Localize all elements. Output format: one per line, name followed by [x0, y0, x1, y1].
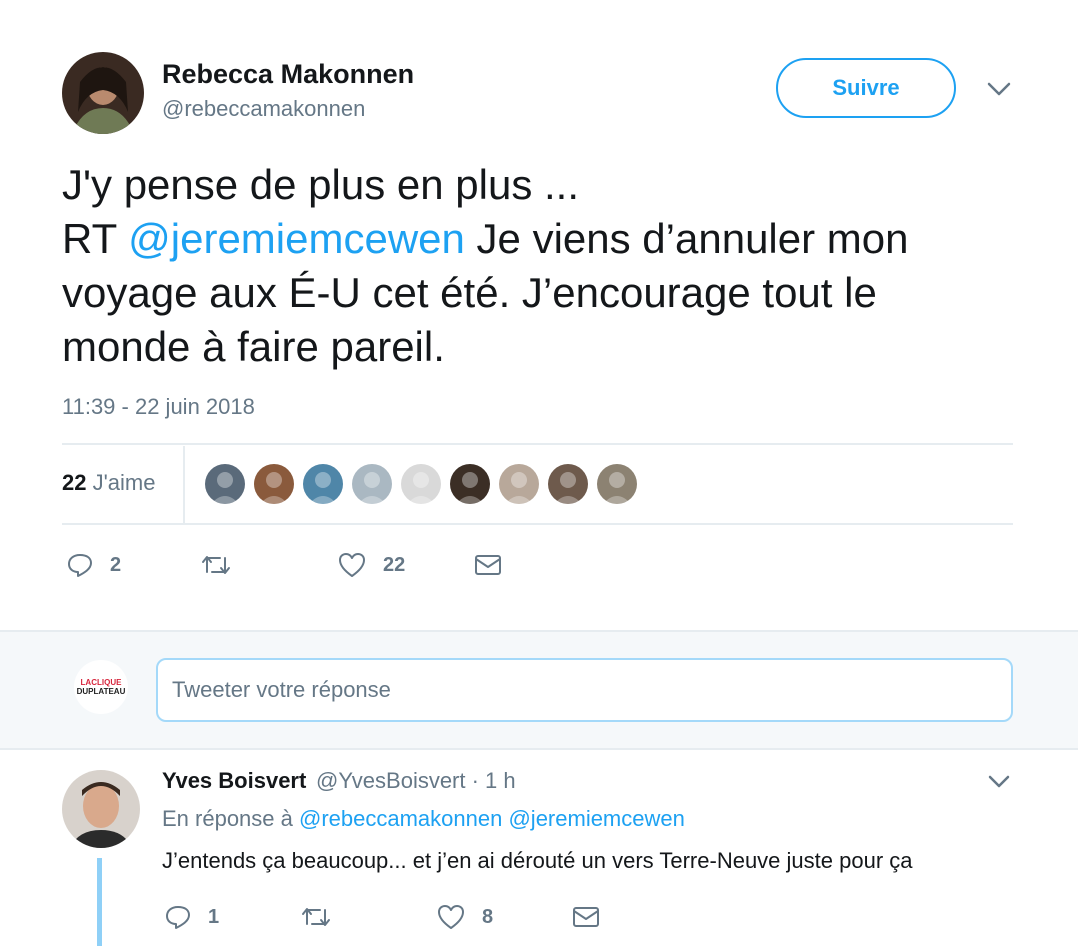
chevron-down-icon[interactable]: [985, 78, 1013, 100]
chevron-down-icon[interactable]: [986, 772, 1012, 792]
reply-action[interactable]: 1: [164, 904, 219, 930]
author-name[interactable]: Rebecca Makonnen: [162, 59, 414, 90]
likes-stat[interactable]: 22 J'aime: [62, 470, 156, 496]
tweet-text-line: J'y pense de plus en plus ...: [62, 161, 580, 208]
like-count: 8: [482, 905, 494, 928]
heart-icon: [337, 551, 367, 579]
reply-author-handle-time[interactable]: @YvesBoisvert · 1 h: [316, 768, 516, 794]
reply-author-avatar[interactable]: [62, 770, 140, 848]
liker-8-avatar[interactable]: [548, 464, 588, 504]
mention-link[interactable]: @rebeccamakonnen: [299, 806, 502, 831]
tweet-text-segment: Je viens d’annuler mon: [464, 215, 909, 262]
retweet-icon: [200, 552, 232, 578]
reply-text: J’entends ça beaucoup... et j’en ai déro…: [162, 848, 913, 873]
liker-9-avatar[interactable]: [597, 464, 637, 504]
likes-count: 22: [62, 470, 87, 495]
like-count: 22: [383, 553, 406, 576]
likes-label: J'aime: [92, 470, 156, 495]
tweet-text: J'y pense de plus en plus ... RT @jeremi…: [62, 158, 1022, 374]
reply-author-name[interactable]: Yves Boisvert: [162, 768, 306, 794]
liker-2-avatar[interactable]: [254, 464, 294, 504]
liker-3-avatar[interactable]: [303, 464, 343, 504]
reply-count: 1: [208, 905, 220, 928]
retweet-action[interactable]: [300, 904, 332, 930]
reply-action[interactable]: 2: [66, 552, 121, 578]
mention-link[interactable]: @jeremiemcewen: [508, 806, 684, 831]
follow-button[interactable]: Suivre: [776, 58, 956, 118]
thread-line: [97, 858, 102, 946]
tweet-text-line: RT @jeremiemcewen Je viens d’annuler mon: [62, 212, 1022, 266]
tweet-timestamp[interactable]: 11:39 - 22 juin 2018: [62, 394, 255, 420]
retweet-action[interactable]: [200, 552, 232, 578]
divider: [62, 443, 1013, 445]
liker-4-avatar[interactable]: [352, 464, 392, 504]
liker-6-avatar[interactable]: [450, 464, 490, 504]
tweet-text-line: voyage aux É-U cet été. J’encourage tout…: [62, 269, 877, 316]
liker-5-avatar[interactable]: [401, 464, 441, 504]
like-action[interactable]: 22: [337, 551, 405, 579]
like-action[interactable]: 8: [436, 903, 493, 931]
retweet-icon: [300, 904, 332, 930]
direct-message-action[interactable]: [474, 553, 502, 577]
liker-7-avatar[interactable]: [499, 464, 539, 504]
tweet-text-line: monde à faire pareil.: [62, 323, 445, 370]
retweet-prefix: RT: [62, 215, 117, 262]
envelope-icon: [572, 905, 600, 929]
logo-text: DUPLATEAU: [76, 687, 126, 696]
author-handle[interactable]: @rebeccamakonnen: [162, 96, 365, 122]
envelope-icon: [474, 553, 502, 577]
reply-icon: [164, 904, 192, 930]
current-user-avatar[interactable]: LACLIQUE DUPLATEAU: [74, 660, 128, 714]
reply-count: 2: [110, 553, 122, 576]
liker-1-avatar[interactable]: [205, 464, 245, 504]
stats-separator: [183, 446, 185, 524]
replying-to: En réponse à @rebeccamakonnen @jeremiemc…: [162, 806, 685, 832]
heart-icon: [436, 903, 466, 931]
direct-message-action[interactable]: [572, 905, 600, 929]
author-avatar[interactable]: [62, 52, 144, 134]
reply-icon: [66, 552, 94, 578]
likers-list: [205, 464, 646, 504]
divider: [62, 523, 1013, 525]
reply-input[interactable]: [156, 658, 1013, 722]
mention-link[interactable]: @jeremiemcewen: [128, 215, 465, 262]
logo-text: LACLIQUE: [80, 678, 122, 687]
replying-prefix: En réponse à: [162, 806, 293, 831]
